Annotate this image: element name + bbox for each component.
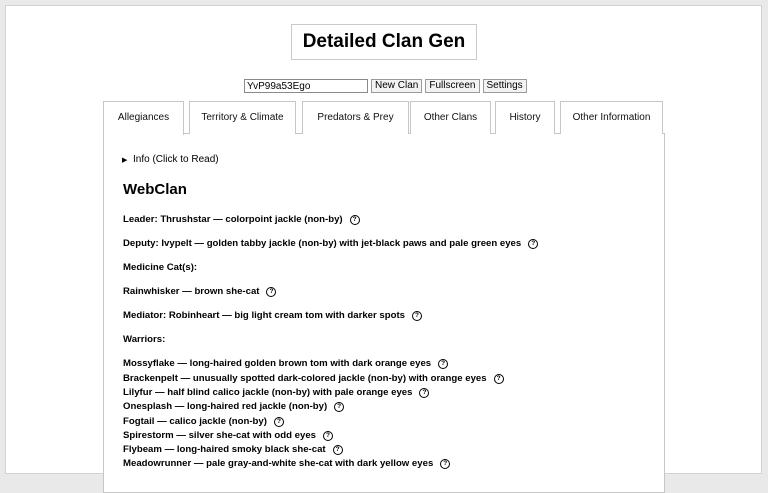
mediator-line: Mediator: Robinheart — big light cream t… (123, 310, 422, 321)
help-icon[interactable]: ? (419, 388, 430, 398)
warrior-line: Brackenpelt — unusually spotted dark-col… (123, 373, 504, 384)
new-clan-button[interactable]: New Clan (371, 79, 423, 93)
warrior-line: Onesplash — long-haired red jackle (non-… (123, 401, 345, 412)
help-icon[interactable]: ? (493, 374, 504, 384)
help-icon[interactable]: ? (323, 431, 334, 441)
tab-history[interactable]: History (495, 101, 555, 134)
info-toggle-label: Info (Click to Read) (133, 154, 219, 165)
warrior-text: Lilyfur — half blind calico jackle (non-… (123, 387, 413, 398)
help-icon[interactable]: ? (411, 311, 422, 321)
deputy-text: Deputy: Ivypelt — golden tabby jackle (n… (123, 238, 522, 249)
help-icon[interactable]: ? (266, 287, 277, 297)
leader-line: Leader: Thrushstar — colorpoint jackle (… (123, 214, 360, 225)
help-icon[interactable]: ? (438, 359, 449, 369)
warrior-line: Spirestorm — silver she-cat with odd eye… (123, 430, 334, 441)
settings-button[interactable]: Settings (482, 79, 527, 93)
control-bar: New Clan Fullscreen Settings (244, 79, 527, 93)
page-title: Detailed Clan Gen (291, 24, 477, 60)
help-icon[interactable]: ? (273, 417, 284, 427)
fullscreen-button[interactable]: Fullscreen (425, 79, 480, 93)
medicine-cat-line: Rainwhisker — brown she-cat? (123, 286, 277, 297)
help-icon[interactable]: ? (332, 445, 343, 455)
tab-other-information[interactable]: Other Information (560, 101, 663, 134)
medicine-cat-header: Medicine Cat(s): (123, 262, 198, 273)
warrior-line: Meadowrunner — pale gray-and-white she-c… (123, 458, 451, 469)
tab-predators-prey[interactable]: Predators & Prey (302, 101, 409, 134)
help-icon[interactable]: ? (334, 402, 345, 412)
mediator-text: Mediator: Robinheart — big light cream t… (123, 310, 405, 321)
warrior-text: Fogtail — calico jackle (non-by) (123, 416, 267, 427)
disclosure-triangle-icon: ▶ (122, 157, 128, 164)
warrior-text: Mossyflake — long-haired golden brown to… (123, 358, 432, 369)
tab-allegiances[interactable]: Allegiances (103, 101, 184, 135)
warrior-text: Brackenpelt — unusually spotted dark-col… (123, 373, 487, 384)
help-icon[interactable]: ? (440, 459, 451, 469)
warrior-line: Flybeam — long-haired smoky black she-ca… (123, 444, 343, 455)
tab-other-clans[interactable]: Other Clans (410, 101, 491, 134)
warriors-header: Warriors: (123, 334, 166, 345)
warrior-text: Onesplash — long-haired red jackle (non-… (123, 401, 328, 412)
warrior-line: Lilyfur — half blind calico jackle (non-… (123, 387, 430, 398)
warrior-text: Flybeam — long-haired smoky black she-ca… (123, 444, 326, 455)
tab-territory-climate[interactable]: Territory & Climate (189, 101, 296, 134)
medicine-cat-text: Rainwhisker — brown she-cat (123, 286, 260, 297)
deputy-line: Deputy: Ivypelt — golden tabby jackle (n… (123, 238, 539, 249)
seed-input[interactable] (244, 79, 368, 93)
warrior-line: Fogtail — calico jackle (non-by)? (123, 416, 284, 427)
help-icon[interactable]: ? (349, 215, 360, 225)
warrior-text: Meadowrunner — pale gray-and-white she-c… (123, 458, 434, 469)
clan-name-heading: WebClan (123, 181, 187, 198)
info-toggle[interactable]: ▶ Info (Click to Read) (122, 154, 219, 165)
warrior-line: Mossyflake — long-haired golden brown to… (123, 358, 449, 369)
help-icon[interactable]: ? (528, 239, 539, 249)
leader-text: Leader: Thrushstar — colorpoint jackle (… (123, 214, 343, 225)
warrior-text: Spirestorm — silver she-cat with odd eye… (123, 430, 317, 441)
